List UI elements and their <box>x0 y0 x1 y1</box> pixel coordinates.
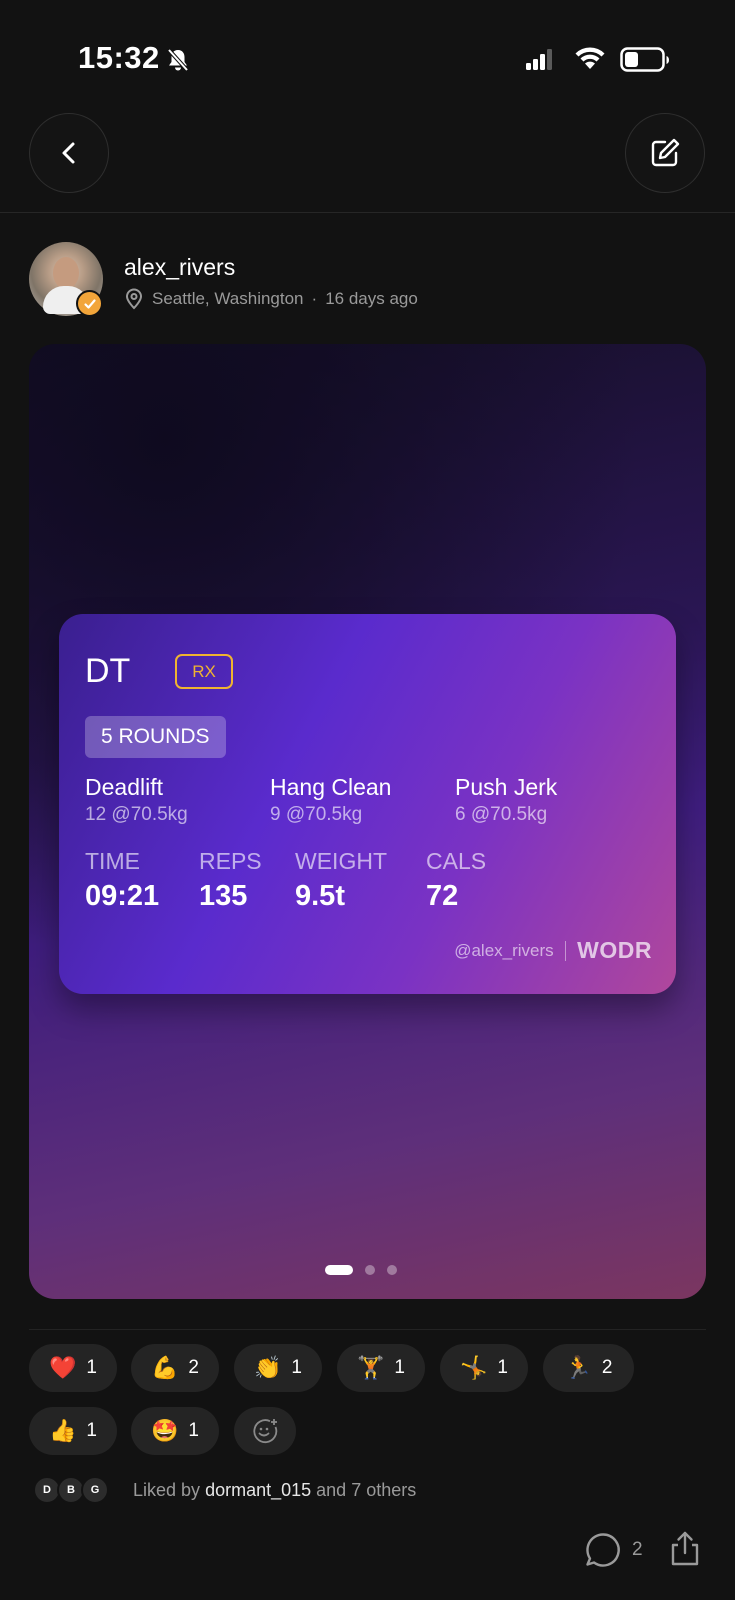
stat-time: TIME 09:21 <box>85 848 159 913</box>
gymnast-icon: 🤸 <box>460 1355 488 1381</box>
reaction-heart[interactable]: ❤️ 1 <box>29 1344 117 1392</box>
post-media[interactable]: DT RX 5 ROUNDS Deadlift 12 @70.5kg Hang … <box>29 344 706 1299</box>
movement-item: Deadlift 12 @70.5kg <box>85 774 265 826</box>
page-dot[interactable] <box>365 1265 375 1275</box>
reaction-count: 1 <box>497 1357 508 1378</box>
movement-name: Deadlift <box>85 774 163 800</box>
liked-by-prefix: Liked by <box>133 1479 201 1500</box>
post-time: 16 days ago <box>325 289 418 308</box>
clapping-hands-icon: 👏 <box>254 1355 282 1381</box>
page-indicator <box>325 1265 409 1275</box>
stat-label: CALS <box>426 848 487 874</box>
reaction-star-struck[interactable]: 🤩 1 <box>131 1407 219 1455</box>
reaction-count: 2 <box>601 1357 613 1378</box>
rx-badge: RX <box>175 654 233 689</box>
reaction-flexed-biceps[interactable]: 💪 2 <box>131 1344 219 1392</box>
footer-handle: @alex_rivers <box>454 940 554 960</box>
heart-icon: ❤️ <box>49 1355 77 1381</box>
status-bar: 15:32 <box>0 0 735 110</box>
bell-slash-icon <box>167 48 189 72</box>
stat-weight: WEIGHT 9.5t <box>295 848 387 913</box>
stat-label: REPS <box>199 848 262 874</box>
movement-name: Push Jerk <box>455 774 558 800</box>
movement-detail: 9 @70.5kg <box>270 804 363 825</box>
reaction-count: 1 <box>291 1357 302 1378</box>
runner-icon: 🏃 <box>564 1355 592 1381</box>
comment-icon <box>586 1533 620 1567</box>
liked-by-text: Liked by dormant_015 and 7 others <box>133 1480 416 1501</box>
reaction-clapping-hands[interactable]: 👏 1 <box>234 1344 322 1392</box>
movement-name: Hang Clean <box>270 774 392 800</box>
comment-count: 2 <box>632 1539 643 1560</box>
verified-badge <box>76 290 103 317</box>
liked-by-row[interactable]: D B G Liked by dormant_015 and 7 others <box>33 1475 416 1505</box>
edit-icon <box>651 138 680 167</box>
movement-detail: 12 @70.5kg <box>85 804 188 825</box>
workout-card: DT RX 5 ROUNDS Deadlift 12 @70.5kg Hang … <box>59 614 676 994</box>
footer-divider <box>564 940 567 961</box>
avatar[interactable] <box>29 242 103 317</box>
location-text: Seattle, Washington <box>152 289 304 308</box>
weightlifter-icon: 🏋 <box>357 1355 385 1381</box>
reaction-count: 1 <box>394 1357 405 1378</box>
cellular-signal-icon <box>526 49 552 70</box>
wifi-icon <box>575 47 605 69</box>
edit-button[interactable] <box>625 113 705 193</box>
reaction-count: 1 <box>86 1357 97 1378</box>
share-icon <box>671 1531 699 1566</box>
stat-value: 72 <box>426 880 459 912</box>
stat-value: 135 <box>199 880 248 912</box>
username[interactable]: alex_rivers <box>124 254 235 281</box>
header-divider <box>0 212 735 213</box>
stat-value: 9.5t <box>295 880 345 912</box>
flexed-biceps-icon: 💪 <box>151 1355 179 1381</box>
stat-cals: CALS 72 <box>426 848 486 913</box>
liked-by-user[interactable]: dormant_015 <box>205 1480 311 1500</box>
reaction-weightlifter[interactable]: 🏋 1 <box>337 1344 425 1392</box>
reaction-count: 1 <box>86 1420 97 1441</box>
comment-button[interactable]: 2 <box>584 1531 643 1569</box>
chevron-left-icon <box>62 142 75 164</box>
stat-reps: REPS 135 <box>199 848 262 913</box>
liker-avatar: G <box>81 1476 109 1504</box>
liked-by-suffix: and 7 others <box>316 1479 417 1500</box>
meta-separator: · <box>311 289 318 308</box>
reactions-divider <box>29 1329 706 1330</box>
page-dot[interactable] <box>387 1265 397 1275</box>
reaction-thumbs-up[interactable]: 👍 1 <box>29 1407 117 1455</box>
battery-icon <box>620 47 669 72</box>
check-icon <box>83 298 96 309</box>
location-row: Seattle, Washington · 16 days ago <box>124 288 418 310</box>
movement-item: Hang Clean 9 @70.5kg <box>270 774 450 826</box>
reaction-count: 1 <box>188 1420 199 1441</box>
brand-logo: WODR <box>577 937 652 963</box>
stat-value: 09:21 <box>85 880 160 912</box>
reaction-gymnast[interactable]: 🤸 1 <box>440 1344 528 1392</box>
star-struck-icon: 🤩 <box>151 1418 179 1444</box>
movement-detail: 6 @70.5kg <box>455 804 548 825</box>
card-footer: @alex_rivers WODR <box>454 937 652 964</box>
add-reaction-button[interactable] <box>234 1407 296 1455</box>
location-pin-icon <box>125 288 143 310</box>
add-emoji-icon <box>253 1419 278 1444</box>
reaction-runner[interactable]: 🏃 2 <box>543 1344 634 1392</box>
share-button[interactable] <box>667 1530 703 1573</box>
post-author: alex_rivers Seattle, Washington · 16 day… <box>29 242 709 317</box>
page-dot-active[interactable] <box>325 1265 353 1275</box>
thumbs-up-icon: 👍 <box>49 1418 77 1444</box>
stat-label: TIME <box>85 848 140 874</box>
status-time: 15:32 <box>78 40 160 75</box>
movement-item: Push Jerk 6 @70.5kg <box>455 774 635 826</box>
workout-title: DT <box>85 652 131 690</box>
back-button[interactable] <box>29 113 109 193</box>
reaction-count: 2 <box>188 1357 199 1378</box>
stat-label: WEIGHT <box>295 848 387 874</box>
avatar-face <box>53 257 79 289</box>
rounds-badge: 5 ROUNDS <box>85 716 226 758</box>
